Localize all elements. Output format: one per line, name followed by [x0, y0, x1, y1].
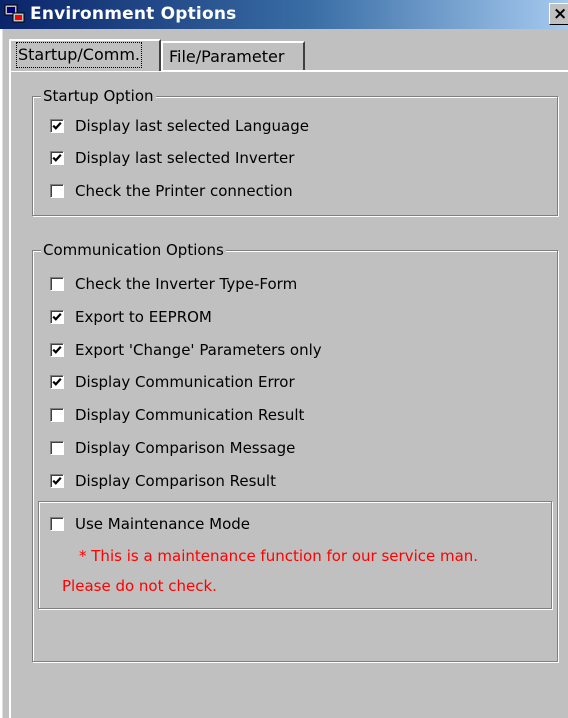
checkbox-label: Export 'Change' Parameters only [75, 341, 322, 359]
checkbox-box[interactable] [50, 119, 64, 133]
window-border-inner [2, 29, 3, 718]
checkbox-box[interactable] [50, 408, 64, 422]
checkbox-label: Export to EEPROM [75, 308, 212, 326]
checkbox-label: Display Comparison Message [75, 439, 296, 457]
checkbox-box[interactable] [50, 474, 64, 488]
close-icon: × [553, 4, 568, 24]
checkbox-box[interactable] [50, 375, 64, 389]
checkbox-label: Display last selected Inverter [75, 149, 295, 167]
checkbox-label: Display Comparison Result [75, 472, 276, 490]
title-bar[interactable]: Environment Options × [0, 0, 568, 29]
checkmark-icon [52, 378, 62, 386]
checkmark-icon [52, 154, 62, 162]
checkbox-label: Display last selected Language [75, 117, 309, 135]
maintenance-warning-line1: * This is a maintenance function for our… [79, 547, 479, 565]
checkmark-icon [52, 477, 62, 485]
maintenance-warning-line2: Please do not check. [62, 577, 217, 595]
startup-option-legend: Startup Option [41, 86, 156, 106]
checkbox-box[interactable] [50, 277, 64, 291]
checkbox-box[interactable] [50, 343, 64, 357]
tab-file-parameter[interactable]: File/Parameter [161, 41, 305, 71]
checkbox-box[interactable] [50, 517, 64, 531]
checkmark-icon [52, 313, 62, 321]
checkbox-label: Check the Printer connection [75, 182, 293, 200]
checkmark-icon [52, 122, 62, 130]
close-button[interactable]: × [549, 3, 568, 25]
checkmark-icon [52, 346, 62, 354]
communication-options-legend: Communication Options [41, 240, 226, 260]
tab-startup-comm-label: Startup/Comm. [16, 42, 142, 68]
app-icon[interactable] [4, 4, 26, 24]
tab-file-parameter-label: File/Parameter [169, 47, 285, 66]
checkbox-label: Use Maintenance Mode [75, 515, 251, 533]
tab-startup-comm[interactable]: Startup/Comm. [9, 39, 161, 71]
checkbox-box[interactable] [50, 310, 64, 324]
checkbox-box[interactable] [50, 184, 64, 198]
checkbox-label: Display Communication Error [75, 373, 295, 391]
checkbox-label: Display Communication Result [75, 406, 305, 424]
window-title: Environment Options [30, 4, 237, 24]
checkbox-box[interactable] [50, 441, 64, 455]
checkbox-box[interactable] [50, 151, 64, 165]
checkbox-label: Check the Inverter Type-Form [75, 275, 298, 293]
